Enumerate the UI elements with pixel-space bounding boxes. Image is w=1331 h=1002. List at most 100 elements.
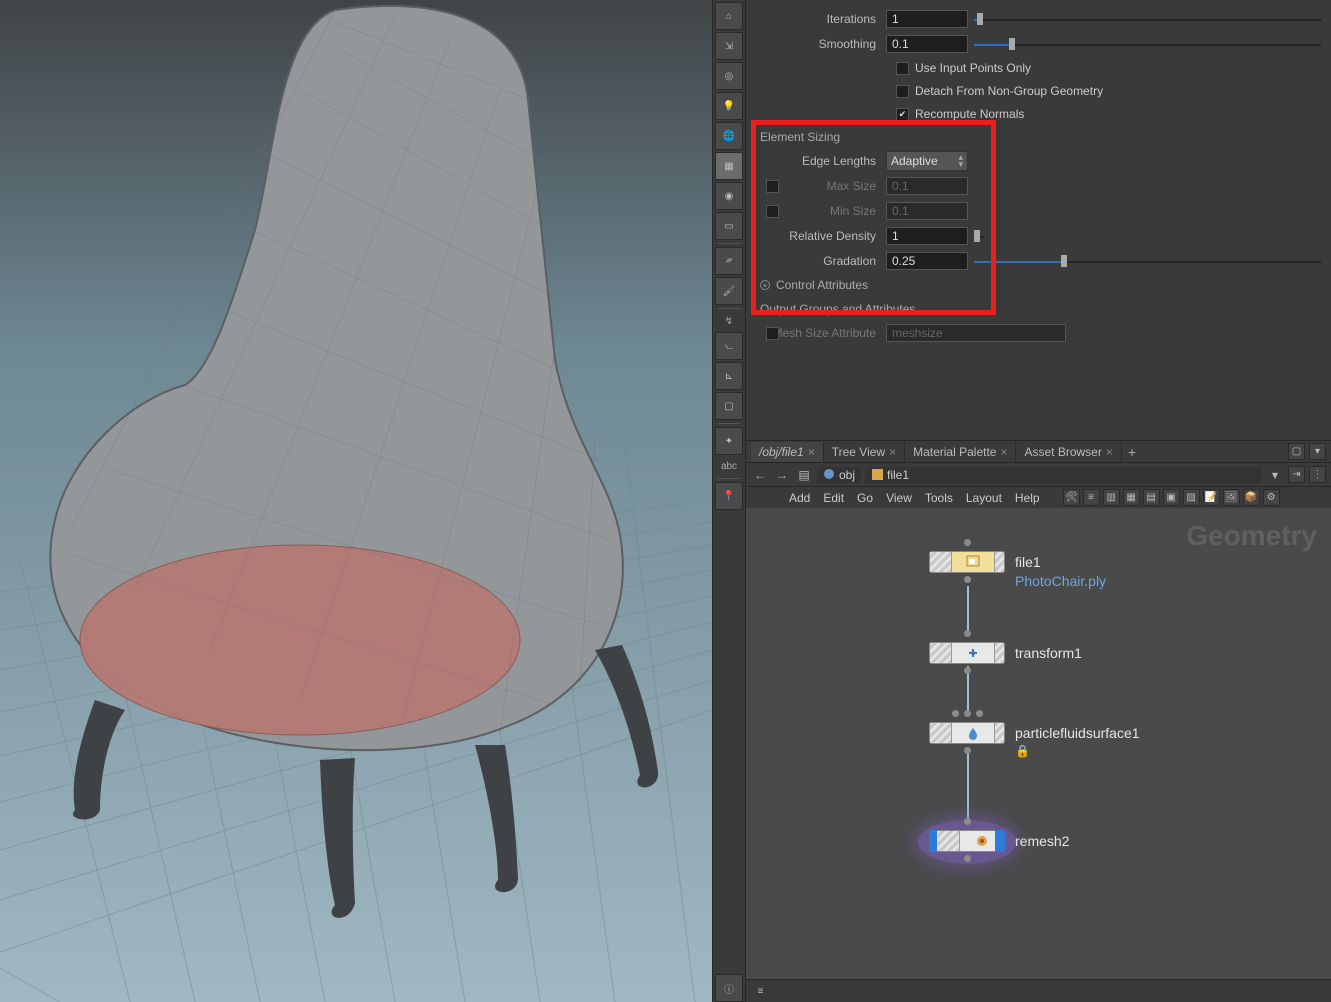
node-file1-label: file1 [1015,554,1041,570]
pane-maximize-icon[interactable]: ▢ [1288,443,1305,460]
shelf-info-icon[interactable]: ⓘ [715,974,743,1002]
close-icon[interactable]: × [808,445,815,459]
node-input-dot[interactable] [952,710,959,717]
menu-help[interactable]: Help [1015,491,1040,505]
param-relative-density-label: Relative Density [756,229,886,243]
param-edge-lengths-label: Edge Lengths [756,154,886,168]
checkbox-max-size[interactable] [766,180,779,193]
tab-obj-file1[interactable]: /obj/file1 × [751,442,824,462]
menu-edit[interactable]: Edit [823,491,844,505]
node-file1[interactable]: file1 PhotoChair.ply [929,551,1041,573]
tool-list-icon[interactable]: ≡ [1083,489,1100,506]
node-body-pfs1[interactable] [929,722,1005,744]
checkbox-recompute-normals[interactable] [896,108,909,121]
node-output-dot[interactable] [964,576,971,583]
dropdown-edge-lengths[interactable]: Adaptive ▴▾ [886,151,968,171]
param-iterations-input[interactable] [886,10,968,28]
menu-tools[interactable]: Tools [925,491,953,505]
tool-note-icon[interactable]: 📝 [1203,489,1220,506]
node-display-flag[interactable] [929,830,937,852]
checkbox-min-size[interactable] [766,205,779,218]
node-output-dot[interactable] [964,747,971,754]
menu-view[interactable]: View [886,491,912,505]
node-transform1[interactable]: transform1 [929,642,1082,664]
menu-go[interactable]: Go [857,491,873,505]
checkbox-use-input-points[interactable] [896,62,909,75]
path-crumb-obj[interactable]: obj [817,467,861,483]
tool-image-icon[interactable]: 🖼 [1223,489,1240,506]
tool-align-icon[interactable]: ▥ [1103,489,1120,506]
checkbox-detach[interactable] [896,85,909,98]
path-opts-icon[interactable]: ⋮ [1309,466,1326,483]
nav-dropdown-icon[interactable]: ▤ [795,466,813,484]
node-remesh2[interactable]: remesh2 [929,830,1069,852]
node-input-dot[interactable] [964,630,971,637]
shelf-bulb-icon[interactable]: 💡 [715,92,743,120]
node-particlefluidsurface1[interactable]: particlefluidsurface1 🔒 [929,722,1140,744]
node-input-dot[interactable] [976,710,983,717]
param-relative-density-input[interactable] [886,227,968,245]
pane-menu-icon[interactable]: ▾ [1309,443,1326,460]
tab-tree-view[interactable]: Tree View × [824,442,905,462]
shelf-spot-icon[interactable]: ◉ [715,182,743,210]
tool-grid-icon[interactable]: ▤ [1143,489,1160,506]
tool-wrench-icon[interactable]: 🛠 [1063,489,1080,506]
node-stripes [930,723,952,743]
tool-box-icon[interactable]: 📦 [1243,489,1260,506]
close-icon[interactable]: × [889,445,896,459]
shelf-home-icon[interactable]: ⌂ [715,2,743,30]
shelf-angle-icon[interactable]: ⦦ [715,332,743,360]
shelf-cube-icon[interactable]: ▦ [715,152,743,180]
shelf-frame-icon[interactable]: ▢ [715,392,743,420]
param-gradation-slider[interactable] [974,252,1321,270]
tab-material-palette[interactable]: Material Palette × [905,442,1016,462]
node-input-dot[interactable] [964,818,971,825]
node-input-dot[interactable] [964,539,971,546]
menu-layout[interactable]: Layout [966,491,1002,505]
node-render-flag[interactable] [995,830,1005,852]
shelf-globe-icon[interactable]: 🌐 [715,122,743,150]
network-graph[interactable]: Geometry file1 PhotoChair.ply [746,508,1331,979]
node-body-remesh2[interactable] [929,830,1005,852]
node-output-dot[interactable] [964,667,971,674]
shelf-target-icon[interactable]: ◎ [715,62,743,90]
plus-icon[interactable]: + [760,280,770,290]
path-crumb-file1[interactable]: file1 [865,467,1262,483]
param-relative-density-slider[interactable] [974,227,984,245]
param-smoothing-slider[interactable] [974,35,1321,53]
param-iterations-slider[interactable] [974,10,1321,28]
checkbox-mesh-size-attr[interactable] [766,327,779,340]
tab-asset-browser[interactable]: Asset Browser × [1016,442,1121,462]
close-icon[interactable]: × [1106,445,1113,459]
tool-layers-icon[interactable]: ▧ [1183,489,1200,506]
context-type-label: Geometry [1186,520,1317,552]
param-gradation-input[interactable] [886,252,968,270]
shelf-grid-icon[interactable]: ▭ [715,212,743,240]
shelf-arrow-icon[interactable]: ⇲ [715,32,743,60]
node-output-dot[interactable] [964,855,971,862]
list-icon[interactable]: ≡ [752,983,769,1000]
shelf-axes-icon[interactable]: ✦ [715,427,743,455]
nav-back-icon[interactable]: ← [751,466,769,484]
shelf-ruler-icon[interactable]: ⊾ [715,362,743,390]
tabs-right-tools: ▢ ▾ [1288,443,1326,460]
tool-sheet-icon[interactable]: ▣ [1163,489,1180,506]
close-icon[interactable]: × [1000,445,1007,459]
nav-forward-icon[interactable]: → [773,466,791,484]
path-chevron-icon[interactable]: ▾ [1266,466,1284,484]
shelf-brush-icon[interactable]: 🖌 [715,277,743,305]
viewport-3d[interactable] [0,0,712,1002]
tab-add-button[interactable]: + [1122,442,1142,462]
section-control-attributes[interactable]: + Control Attributes [760,278,1321,292]
menu-add[interactable]: Add [789,491,810,505]
node-input-dot[interactable] [964,710,971,717]
pin-icon[interactable]: ⇥ [1288,466,1305,483]
lock-icon: 🔒 [1015,744,1030,758]
node-body-file1[interactable] [929,551,1005,573]
shelf-pipette-icon[interactable]: 𝄏 [715,247,743,275]
tool-palette-icon[interactable]: ▦ [1123,489,1140,506]
tool-gear-icon[interactable]: ⚙ [1263,489,1280,506]
shelf-marker-icon[interactable]: 📍 [715,482,743,510]
param-smoothing-input[interactable] [886,35,968,53]
node-body-transform1[interactable] [929,642,1005,664]
